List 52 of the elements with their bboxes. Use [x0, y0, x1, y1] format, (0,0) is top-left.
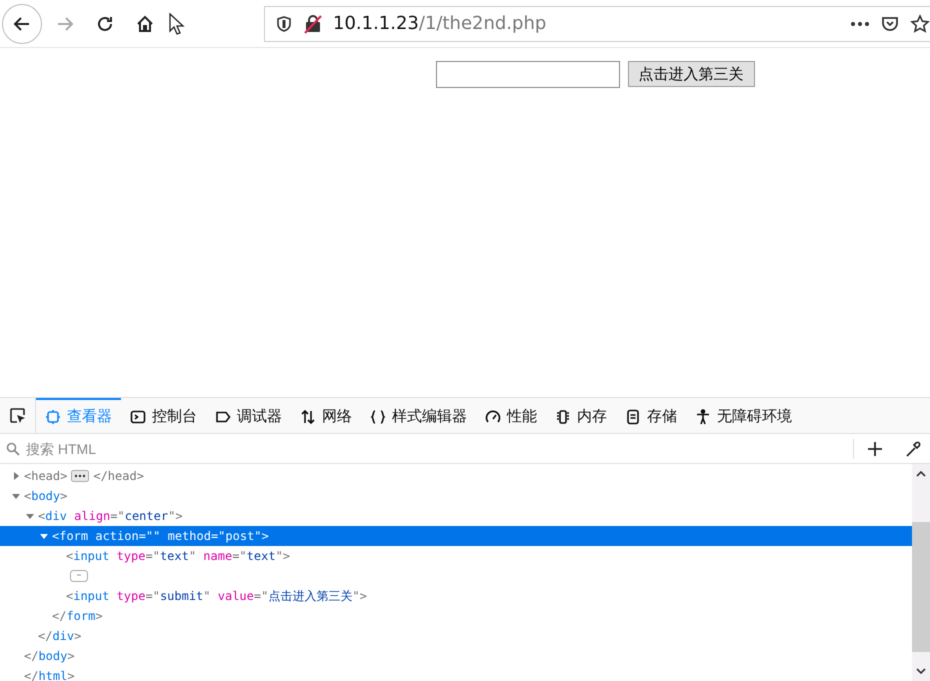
scroll-up-icon[interactable] [916, 470, 926, 478]
scrollbar[interactable] [912, 464, 930, 681]
more-dots-icon[interactable] [850, 20, 870, 26]
markup-line[interactable]: </div> [38, 629, 82, 643]
markup-line[interactable]: <head> [24, 469, 68, 483]
scroll-down-icon[interactable] [916, 667, 926, 675]
selected-row-highlight[interactable]: <div align="center"> [0, 506, 912, 526]
document-icon [625, 408, 641, 424]
markup-line[interactable]: <input type="text" name="text"> [66, 549, 290, 563]
gauge-icon [485, 408, 501, 424]
plus-icon [867, 440, 883, 456]
devtools-tab[interactable]: 调试器 [206, 398, 291, 433]
address-bar[interactable]: 10.1.1.23/1/the2nd.php [264, 6, 930, 42]
insecure-lock-icon [303, 14, 323, 34]
eyedropper-icon [904, 440, 922, 458]
url-text[interactable]: 10.1.1.23/1/the2nd.php [333, 13, 546, 34]
devtools-tab[interactable]: 性能 [476, 398, 546, 433]
markup-line[interactable]: </html> [24, 669, 75, 681]
devtools-tab[interactable]: 控制台 [121, 398, 206, 433]
up-down-arrows-icon [300, 408, 316, 424]
shield-icon [275, 14, 293, 32]
markup-line[interactable]: </body> [24, 649, 75, 663]
accessibility-icon [695, 408, 711, 424]
home-icon [135, 14, 155, 34]
star-icon[interactable] [910, 14, 930, 34]
markup-line[interactable]: <form action="" method="post"> [52, 529, 269, 543]
selected-row-highlight[interactable]: <body> [0, 486, 912, 506]
scrollbar-thumb[interactable] [912, 522, 930, 652]
text-input-field[interactable] [436, 61, 620, 88]
devtools-tab[interactable]: 内存 [546, 398, 616, 433]
mouse-cursor-icon [168, 12, 186, 36]
console-icon [130, 408, 146, 424]
whitespace-badge-icon [70, 570, 88, 582]
markup-line[interactable]: <div align="center"> [38, 509, 183, 523]
braces-icon [370, 408, 386, 424]
ellipsis-badge-icon[interactable] [71, 470, 90, 482]
cursor-in-box-icon [8, 406, 26, 424]
devtools-tab[interactable]: 无障碍环境 [686, 398, 801, 433]
submit-button[interactable]: 点击进入第三关 [628, 61, 754, 87]
markup-line[interactable]: </form> [52, 609, 103, 623]
devtools-tab[interactable]: 存储 [616, 398, 686, 433]
devtools-tab[interactable]: 网络 [291, 398, 361, 433]
devtools-tab[interactable]: 样式编辑器 [361, 398, 476, 433]
search-icon [6, 442, 20, 456]
markup-line[interactable]: </head> [93, 469, 144, 483]
selected-row-highlight[interactable]: <form action="" method="post"> [0, 526, 912, 546]
inspector-icon [45, 408, 61, 424]
tag-shape-icon [215, 408, 231, 424]
markup-line[interactable]: <body> [24, 489, 68, 503]
chip-icon [555, 408, 571, 424]
back-button[interactable] [2, 4, 42, 44]
markup-line[interactable]: <input type="submit" value="点击进入第三关"> [66, 588, 367, 604]
